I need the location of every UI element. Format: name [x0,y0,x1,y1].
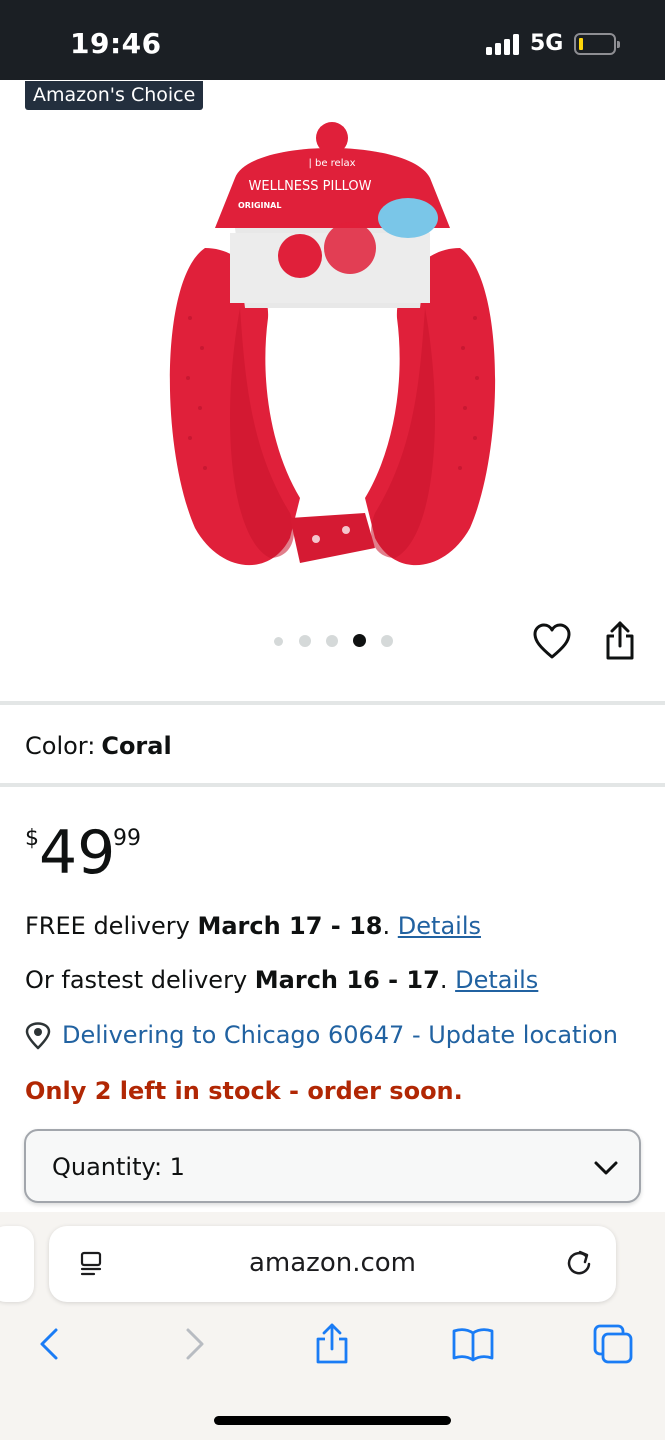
free-delivery-details-link[interactable]: Details [398,912,481,940]
chevron-down-icon [594,1161,618,1175]
fastest-delivery-details-link[interactable]: Details [455,966,538,994]
stock-warning: Only 2 left in stock - order soon. [25,1077,463,1105]
fastest-delivery-dates: March 16 - 17 [254,966,440,994]
fastest-delivery-suffix: . [439,966,456,994]
pager-dot[interactable] [326,635,338,647]
share-sheet-icon[interactable] [310,1322,354,1366]
previous-tab-peek[interactable] [0,1226,34,1302]
section-divider [0,783,665,787]
price-whole: 49 [39,818,116,888]
heart-icon[interactable] [532,622,572,662]
amazons-choice-badge: Amazon's Choice [25,81,204,110]
price-currency-symbol: $ [25,826,39,851]
fastest-delivery-line: Or fastest delivery March 16 - 17. Detai… [25,966,538,994]
free-delivery-dates: March 17 - 18 [197,912,383,940]
location-pin-icon [25,1022,51,1050]
back-icon[interactable] [28,1322,72,1366]
pager-dot[interactable] [381,635,393,647]
free-delivery-line: FREE delivery March 17 - 18. Details [25,912,481,940]
share-icon[interactable] [600,620,640,662]
network-type: 5G [530,31,564,56]
pager-dot-active[interactable] [353,634,366,647]
forward-icon[interactable] [172,1322,216,1366]
quantity-select[interactable]: Quantity: 1 [24,1129,641,1203]
image-pager-dots[interactable] [268,632,398,650]
url-text[interactable]: amazon.com [49,1248,616,1278]
home-indicator [214,1416,451,1425]
svg-text:ORIGINAL: ORIGINAL [238,201,281,210]
free-delivery-prefix: FREE delivery [25,912,198,940]
color-label: Color: [25,732,96,760]
battery-icon [574,33,620,55]
pager-dot[interactable] [299,635,311,647]
tabs-icon[interactable] [591,1322,635,1366]
product-image[interactable]: | be relax WELLNESS PILLOW ORIGINAL [150,118,515,588]
reload-icon[interactable] [564,1248,594,1278]
delivery-location-link[interactable]: Delivering to Chicago 60647 - Update loc… [62,1021,618,1049]
pager-dot[interactable] [274,637,283,646]
fastest-delivery-prefix: Or fastest delivery [25,966,255,994]
svg-text:| be relax: | be relax [308,158,355,169]
svg-text:WELLNESS PILLOW: WELLNESS PILLOW [249,179,372,194]
address-bar[interactable]: amazon.com [49,1226,616,1302]
bookmarks-icon[interactable] [451,1322,495,1366]
signal-strength-icon [486,33,522,55]
free-delivery-suffix: . [382,912,398,940]
section-divider [0,701,665,705]
quantity-label: Quantity: 1 [52,1153,185,1181]
price-fraction: 99 [113,826,141,851]
color-value: Coral [101,732,172,760]
status-time: 19:46 [70,27,162,60]
status-bar: 19:46 5G [0,0,665,80]
color-selection[interactable]: Color: Coral [25,732,172,760]
